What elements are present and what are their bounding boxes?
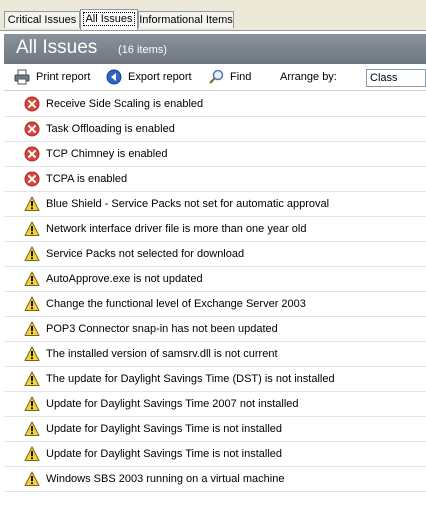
issue-text: AutoApprove.exe is not updated xyxy=(46,273,203,285)
tab-strip: Critical Issues All Issues Informational… xyxy=(0,0,426,33)
warning-icon xyxy=(24,296,40,311)
issue-row[interactable]: Update for Daylight Savings Time 2007 no… xyxy=(4,393,426,417)
error-icon xyxy=(24,171,40,187)
issue-row[interactable]: Windows SBS 2003 running on a virtual ma… xyxy=(4,468,426,492)
issue-row[interactable]: POP3 Connector snap-in has not been upda… xyxy=(4,318,426,342)
page-title: All Issues xyxy=(16,37,98,58)
issue-text: The installed version of samsrv.dll is n… xyxy=(46,348,278,360)
issue-text: POP3 Connector snap-in has not been upda… xyxy=(46,323,278,335)
issue-row[interactable]: Blue Shield - Service Packs not set for … xyxy=(4,193,426,217)
toolbar: Print report Export report Find xyxy=(4,64,426,90)
magnifier-icon xyxy=(209,69,224,84)
issue-row[interactable]: Task Offloading is enabled xyxy=(4,118,426,142)
issue-row[interactable]: AutoApprove.exe is not updated xyxy=(4,268,426,292)
tab-label: Informational Items xyxy=(139,14,233,26)
issue-text: The update for Daylight Savings Time (DS… xyxy=(46,373,335,385)
warning-icon xyxy=(24,421,40,436)
find-button[interactable]: Find xyxy=(208,68,258,86)
error-icon xyxy=(24,146,40,162)
error-icon xyxy=(24,121,40,137)
export-report-button[interactable]: Export report xyxy=(106,68,196,86)
issue-text: Network interface driver file is more th… xyxy=(46,223,307,235)
issue-row[interactable]: Service Packs not selected for download xyxy=(4,243,426,267)
issue-row[interactable]: Receive Side Scaling is enabled xyxy=(4,93,426,117)
issue-text: TCP Chimney is enabled xyxy=(46,148,168,160)
issue-row[interactable]: TCP Chimney is enabled xyxy=(4,143,426,167)
warning-icon xyxy=(24,246,40,261)
warning-icon xyxy=(24,321,40,336)
tab-label: All Issues xyxy=(83,12,135,26)
tab-critical-issues[interactable]: Critical Issues xyxy=(4,11,80,28)
warning-icon xyxy=(24,346,40,361)
warning-icon xyxy=(24,446,40,461)
issue-text: Task Offloading is enabled xyxy=(46,123,175,135)
issue-row[interactable]: Change the functional level of Exchange … xyxy=(4,293,426,317)
warning-icon xyxy=(24,221,40,236)
issue-text: Service Packs not selected for download xyxy=(46,248,245,260)
export-report-label: Export report xyxy=(128,71,192,83)
issue-row[interactable]: Update for Daylight Savings Time is not … xyxy=(4,443,426,467)
tab-informational-items[interactable]: Informational Items xyxy=(138,11,234,28)
issue-text: Update for Daylight Savings Time is not … xyxy=(46,423,283,435)
issue-text: Update for Daylight Savings Time 2007 no… xyxy=(46,398,299,410)
print-report-label: Print report xyxy=(36,71,91,83)
issue-text: Blue Shield - Service Packs not set for … xyxy=(46,198,330,210)
issue-row[interactable]: TCPA is enabled xyxy=(4,168,426,192)
tab-all-issues[interactable]: All Issues xyxy=(80,9,138,30)
issue-row[interactable]: Network interface driver file is more th… xyxy=(4,218,426,242)
issue-text: Change the functional level of Exchange … xyxy=(46,298,306,310)
tab-label: Critical Issues xyxy=(7,14,77,26)
warning-icon xyxy=(24,196,40,211)
arrange-by-label: Arrange by: xyxy=(280,71,337,83)
issue-text: Windows SBS 2003 running on a virtual ma… xyxy=(46,473,285,485)
find-label: Find xyxy=(230,71,252,83)
export-arrow-icon xyxy=(106,69,122,85)
error-icon xyxy=(24,96,40,112)
item-count: (16 items) xyxy=(118,44,167,56)
warning-icon xyxy=(24,271,40,286)
issue-text: TCPA is enabled xyxy=(46,173,128,185)
printer-icon xyxy=(14,69,30,85)
issue-text: Receive Side Scaling is enabled xyxy=(46,98,204,110)
issue-row[interactable]: The update for Daylight Savings Time (DS… xyxy=(4,368,426,392)
arrange-by-select[interactable]: Class xyxy=(366,69,426,87)
page-header: All Issues (16 items) xyxy=(4,34,426,64)
issue-list: Receive Side Scaling is enabled Task Offl… xyxy=(4,93,426,499)
warning-icon xyxy=(24,371,40,386)
toolbar-divider xyxy=(4,90,426,91)
print-report-button[interactable]: Print report xyxy=(14,68,94,86)
warning-icon xyxy=(24,471,40,486)
issue-text: Update for Daylight Savings Time is not … xyxy=(46,448,283,460)
issue-row[interactable]: Update for Daylight Savings Time is not … xyxy=(4,418,426,442)
issue-row[interactable]: The installed version of samsrv.dll is n… xyxy=(4,343,426,367)
warning-icon xyxy=(24,396,40,411)
